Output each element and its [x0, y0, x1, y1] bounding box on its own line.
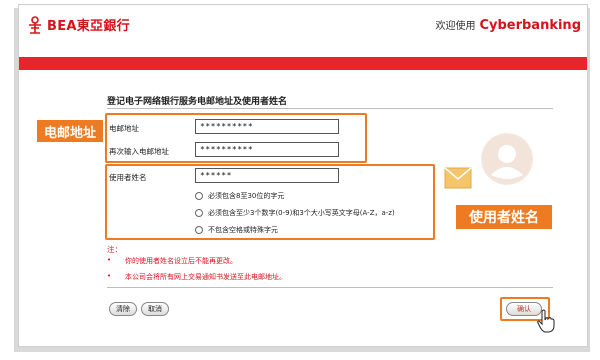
welcome-banner: 欢迎使用 Cyberbanking — [435, 17, 581, 33]
rule-radio — [195, 209, 203, 217]
welcome-text: 欢迎使用 — [435, 21, 476, 32]
user-avatar-icon — [481, 133, 533, 185]
email-label: 电邮地址 — [109, 124, 139, 133]
divider — [107, 287, 553, 288]
username-label: 使用者姓名 — [109, 173, 147, 182]
divider — [107, 108, 553, 109]
header: BEA東亞銀行 欢迎使用 Cyberbanking — [19, 5, 587, 47]
username-tag: 使用者姓名 — [456, 205, 552, 229]
rule-text: 不包含空格或特殊字元 — [208, 226, 278, 234]
rule-text: 必须包含至少3个数字(0-9)和3个大小写英文字母(A-Z，a-z) — [208, 209, 395, 217]
rule-item: 必须包含8至30位的字元 — [195, 191, 284, 201]
note-item: • 你的使用者姓名设立后不能再更改。 — [107, 256, 237, 266]
note-text: 你的使用者姓名设立后不能再更改。 — [125, 257, 237, 265]
cancel-button[interactable]: 取消 — [141, 302, 169, 316]
cyberbanking-brand: Cyberbanking — [479, 18, 581, 33]
email-field[interactable]: ********** — [195, 119, 339, 134]
clear-button[interactable]: 清除 — [109, 302, 137, 316]
confirm-email-label: 再次输入电邮地址 — [109, 147, 169, 156]
hand-cursor-icon — [536, 309, 556, 333]
header-red-bar — [19, 57, 587, 70]
note-bullet: • — [107, 272, 112, 280]
rule-item: 不包含空格或特殊字元 — [195, 225, 278, 235]
logo-text: BEA東亞銀行 — [47, 19, 130, 34]
rule-item: 必须包含至少3个数字(0-9)和3个大小写英文字母(A-Z，a-z) — [195, 208, 395, 218]
confirm-email-field[interactable]: ********** — [195, 142, 339, 157]
bea-logo-icon — [27, 15, 43, 34]
page-title: 登记电子网络银行服务电邮地址及使用者姓名 — [107, 97, 288, 107]
rule-radio — [195, 226, 203, 234]
note-bullet: • — [107, 256, 112, 264]
bea-logo[interactable]: BEA東亞銀行 — [27, 15, 130, 34]
browser-window: BEA東亞銀行 欢迎使用 Cyberbanking 登记电子网络银行服务电邮地址及… — [18, 4, 588, 347]
notes-heading: 注： — [107, 245, 122, 254]
note-item: • 本公司会将所有网上交易通知书发送至此电邮地址。 — [107, 272, 286, 282]
rule-text: 必须包含8至30位的字元 — [208, 192, 285, 200]
note-text: 本公司会将所有网上交易通知书发送至此电邮地址。 — [125, 273, 286, 281]
envelope-icon — [444, 167, 472, 189]
email-tag: 电邮地址 — [37, 120, 103, 142]
rule-radio — [195, 192, 203, 200]
username-field[interactable]: ****** — [195, 168, 339, 183]
